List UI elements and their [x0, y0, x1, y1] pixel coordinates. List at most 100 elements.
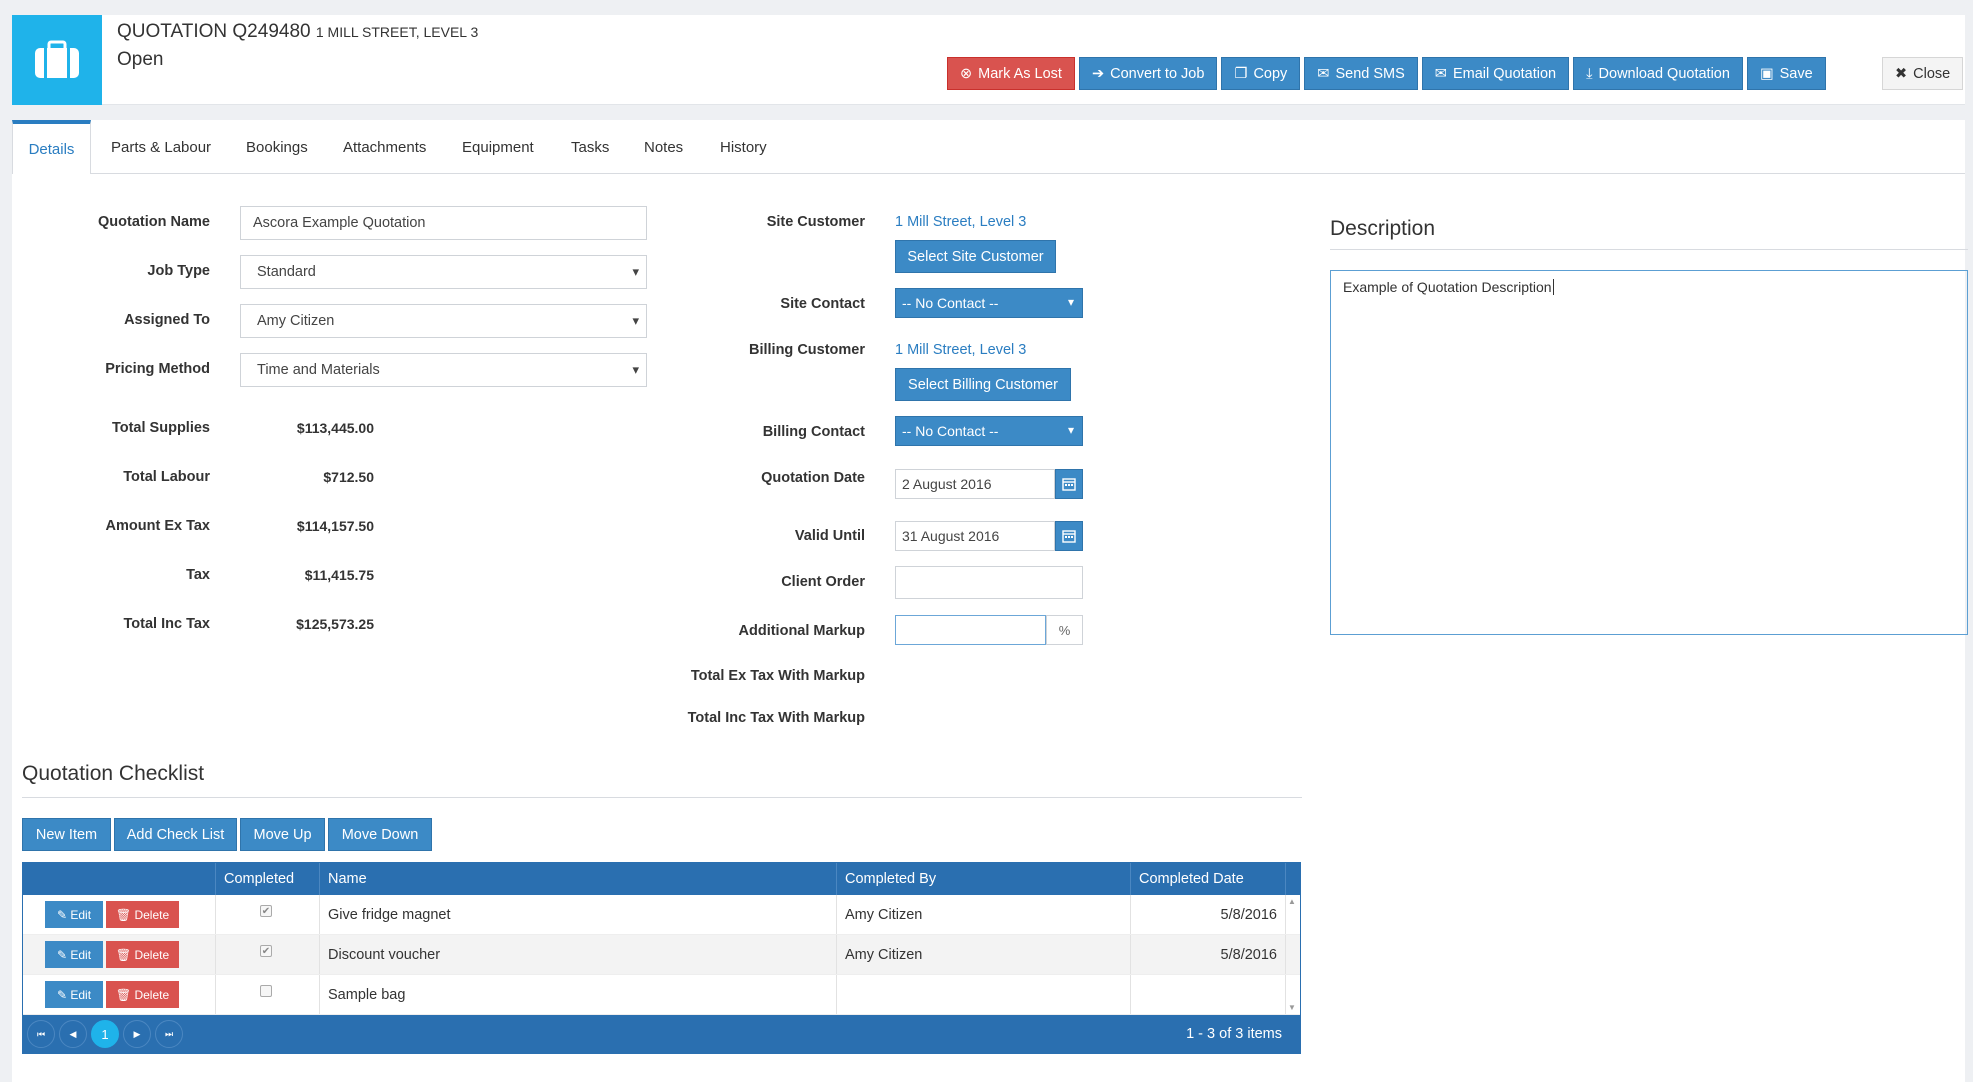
billing-contact-dropdown[interactable]: -- No Contact --: [895, 416, 1083, 446]
email-quotation-button[interactable]: ✉ Email Quotation: [1421, 57, 1570, 90]
additional-markup-input[interactable]: [895, 615, 1046, 645]
assigned-to-label: Assigned To: [124, 312, 210, 328]
tab-tasks[interactable]: Tasks: [571, 120, 609, 174]
site-customer-label: Site Customer: [766, 214, 865, 230]
valid-until-input[interactable]: 31 August 2016: [895, 521, 1055, 551]
valid-until-label: Valid Until: [794, 528, 865, 544]
description-textarea[interactable]: Example of Quotation Description: [1330, 270, 1968, 635]
close-button[interactable]: ✖ Close: [1882, 57, 1964, 90]
col-completed-by[interactable]: Completed By: [837, 863, 1131, 895]
quotation-date-input[interactable]: 2 August 2016: [895, 469, 1055, 499]
send-sms-button[interactable]: ✉ Send SMS: [1304, 57, 1418, 90]
edit-button[interactable]: ✎ Edit: [45, 981, 103, 1008]
add-check-list-button[interactable]: Add Check List: [114, 818, 237, 851]
checklist-title: Quotation Checklist: [22, 762, 205, 785]
next-page-icon[interactable]: ▶: [123, 1020, 151, 1048]
billing-contact-label: Billing Contact: [762, 424, 865, 440]
completed-by-cell: [837, 975, 1131, 1014]
tab-equipment[interactable]: Equipment: [462, 120, 534, 174]
amount-ex-tax-label: Amount Ex Tax: [105, 518, 210, 534]
checklist-divider: [22, 797, 1302, 798]
job-type-select[interactable]: Standard: [240, 255, 647, 289]
quotation-header: QUOTATION Q249480 1 MILL STREET, LEVEL 3…: [12, 15, 1965, 105]
scrollbar-track[interactable]: [1286, 935, 1300, 974]
status-text: Open: [117, 49, 164, 70]
copy-button[interactable]: ❐ Copy: [1221, 57, 1301, 90]
delete-button[interactable]: 🗑 Delete: [106, 941, 179, 968]
completed-by-cell: Amy Citizen: [837, 935, 1131, 974]
edit-label: Edit: [70, 987, 92, 1002]
edit-button[interactable]: ✎ Edit: [45, 941, 103, 968]
row-actions: ✎ Edit 🗑 Delete: [23, 975, 216, 1014]
table-row: ✎ Edit 🗑 Delete ✔ Give fridge magnet Amy…: [23, 895, 1300, 935]
mark-as-lost-button[interactable]: ⊗ Mark As Lost: [947, 57, 1075, 90]
col-completed[interactable]: Completed: [216, 863, 320, 895]
edit-label: Edit: [70, 907, 92, 922]
scroll-down-icon[interactable]: ▼: [1286, 975, 1300, 1014]
tax-label: Tax: [186, 567, 210, 583]
description-title: Description: [1330, 217, 1436, 240]
select-billing-customer-button[interactable]: Select Billing Customer: [895, 368, 1071, 401]
last-page-icon[interactable]: ⏭: [155, 1020, 183, 1048]
grid-pager: ⏮ ◀ 1 ▶ ⏭ 1 - 3 of 3 items: [23, 1015, 1300, 1053]
col-name[interactable]: Name: [320, 863, 837, 895]
edit-button[interactable]: ✎ Edit: [45, 901, 103, 928]
billing-customer-label: Billing Customer: [748, 342, 865, 358]
name-cell: Give fridge magnet: [320, 895, 837, 934]
calendar-icon[interactable]: [1055, 521, 1083, 551]
completed-checkbox[interactable]: [260, 985, 272, 997]
download-quotation-button[interactable]: ⤓ Download Quotation: [1573, 57, 1743, 90]
tab-attachments[interactable]: Attachments: [343, 120, 426, 174]
delete-button[interactable]: 🗑 Delete: [106, 901, 179, 928]
delete-label: Delete: [134, 987, 170, 1002]
scroll-up-icon[interactable]: ▲: [1286, 895, 1300, 934]
pricing-method-select[interactable]: Time and Materials: [240, 353, 647, 387]
first-page-icon[interactable]: ⏮: [27, 1020, 55, 1048]
client-order-input[interactable]: [895, 566, 1083, 599]
tab-history[interactable]: History: [720, 120, 767, 174]
completed-cell: ✔: [216, 895, 320, 934]
tab-notes[interactable]: Notes: [644, 120, 683, 174]
prev-page-icon[interactable]: ◀: [59, 1020, 87, 1048]
quotation-date-label: Quotation Date: [761, 470, 865, 486]
job-type-label: Job Type: [147, 263, 210, 279]
total-labour-value: $712.50: [323, 469, 374, 485]
convert-to-job-button[interactable]: ➔ Convert to Job: [1078, 57, 1218, 90]
delete-label: Delete: [134, 947, 170, 962]
select-site-customer-button[interactable]: Select Site Customer: [895, 240, 1056, 273]
envelope-icon: ✉: [1434, 65, 1447, 82]
sms-label: Send SMS: [1335, 65, 1405, 82]
briefcase-icon: [12, 15, 102, 105]
calendar-icon[interactable]: [1055, 469, 1083, 499]
checklist-grid: Completed Name Completed By Completed Da…: [22, 862, 1301, 1054]
completed-checkbox[interactable]: ✔: [260, 945, 272, 957]
close-icon: ✖: [1895, 65, 1908, 82]
billing-customer-link[interactable]: 1 Mill Street, Level 3: [895, 342, 1026, 358]
tax-value: $11,415.75: [304, 567, 374, 583]
save-button[interactable]: ▣ Save: [1746, 57, 1826, 90]
envelope-icon: ✉: [1317, 65, 1330, 82]
grid-header: Completed Name Completed By Completed Da…: [23, 863, 1300, 895]
assigned-to-select[interactable]: Amy Citizen: [240, 304, 647, 338]
col-completed-date[interactable]: Completed Date: [1131, 863, 1286, 895]
delete-button[interactable]: 🗑 Delete: [106, 981, 179, 1008]
site-customer-link[interactable]: 1 Mill Street, Level 3: [895, 214, 1026, 230]
tab-parts-labour[interactable]: Parts & Labour: [111, 120, 211, 174]
percent-addon: %: [1046, 615, 1083, 645]
additional-markup-label: Additional Markup: [738, 623, 865, 639]
description-divider: [1330, 249, 1968, 250]
move-up-button[interactable]: Move Up: [240, 818, 325, 851]
quotation-name-input[interactable]: Ascora Example Quotation: [240, 206, 647, 240]
completed-checkbox[interactable]: ✔: [260, 905, 272, 917]
tab-bookings[interactable]: Bookings: [246, 120, 308, 174]
edit-label: Edit: [70, 947, 92, 962]
close-label: Close: [1913, 65, 1951, 82]
site-contact-dropdown[interactable]: -- No Contact --: [895, 288, 1083, 318]
new-item-button[interactable]: New Item: [22, 818, 111, 851]
total-supplies-value: $113,445.00: [296, 420, 374, 436]
move-down-button[interactable]: Move Down: [328, 818, 432, 851]
total-inc-tax-markup-label: Total Inc Tax With Markup: [687, 710, 865, 726]
tab-details[interactable]: Details: [12, 120, 91, 175]
row-actions: ✎ Edit 🗑 Delete: [23, 935, 216, 974]
current-page-button[interactable]: 1: [91, 1020, 119, 1048]
